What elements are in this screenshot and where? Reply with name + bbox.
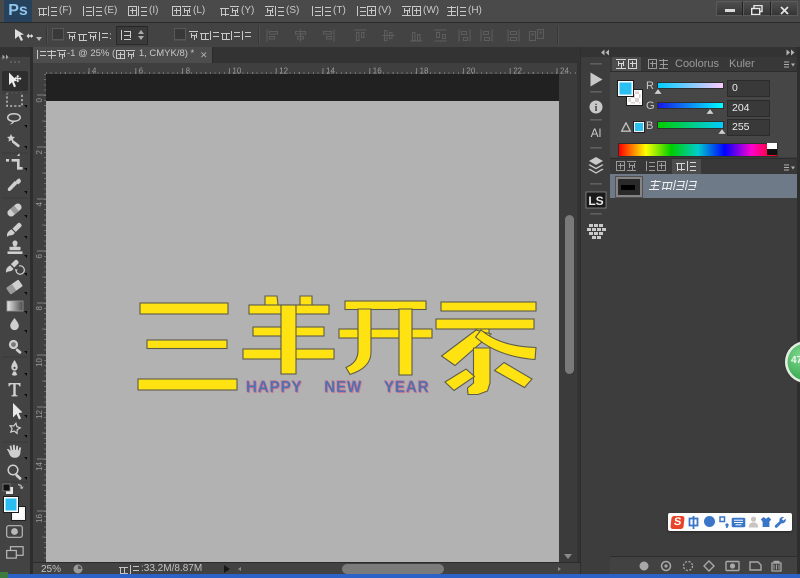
svg-text:4: 4 xyxy=(35,201,44,206)
svg-text:2: 2 xyxy=(35,149,44,154)
svg-text:6: 6 xyxy=(35,253,44,258)
svg-text:8: 8 xyxy=(35,305,44,310)
svg-text:0: 0 xyxy=(35,97,44,102)
svg-text:14: 14 xyxy=(35,461,44,470)
svg-text:16: 16 xyxy=(35,513,44,522)
svg-text:10: 10 xyxy=(35,357,44,366)
svg-text:LS: LS xyxy=(588,194,603,208)
svg-text:i: i xyxy=(595,103,598,114)
svg-text:12: 12 xyxy=(35,409,44,418)
svg-text:Al: Al xyxy=(591,126,602,140)
